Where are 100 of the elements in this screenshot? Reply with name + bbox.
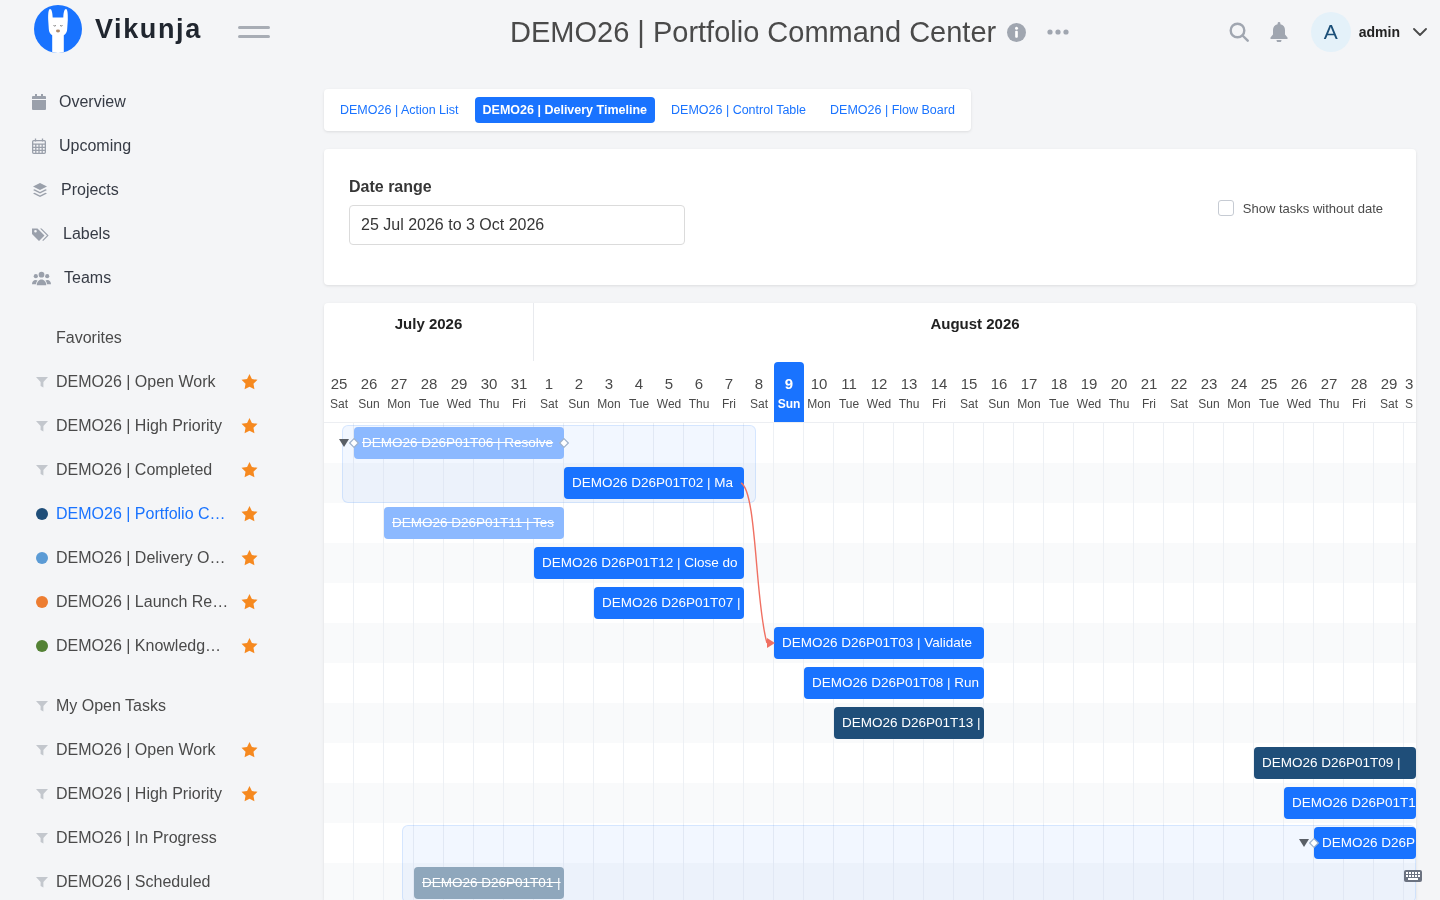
star-icon[interactable] [241,506,258,522]
sidebar-link[interactable]: Labels [32,225,111,243]
weekday-label: Thu [898,397,920,411]
day-number: 4 [634,375,644,393]
star-icon[interactable] [241,742,258,758]
star-icon[interactable] [241,786,258,802]
day-number: 27 [1320,375,1338,393]
task-bar[interactable]: DEMO26 D26P01T03 | Validate [774,627,984,659]
chevron-down-icon[interactable] [1413,28,1427,36]
view-tab[interactable]: DEMO26 | Action List [332,97,467,123]
layers-icon [32,182,48,198]
sidebar-link[interactable]: Projects [32,181,119,199]
sidebar-link[interactable]: Teams [32,269,112,287]
weekday-label: S [1405,397,1413,411]
sidebar-link[interactable]: Upcoming [32,137,132,155]
more-icon[interactable] [1047,29,1070,35]
task-bar[interactable]: DEMO26 D26P01T1 [1284,787,1416,819]
day-number: 2 [574,375,584,393]
task-bar[interactable]: DEMO26 D26P01T02 | Ma [564,467,744,499]
project-link[interactable]: DEMO26 | In Progress [36,829,217,847]
project-link[interactable]: My Open Tasks [36,697,166,715]
weekday-label: Sun [988,397,1010,411]
task-bar[interactable]: DEMO26 D26P01T12 | Close do [534,547,744,579]
project-link[interactable]: DEMO26 | Portfolio C… [36,505,226,523]
star-icon[interactable] [241,374,258,390]
username[interactable]: admin [1358,24,1400,40]
project-link[interactable]: DEMO26 | High Priority [36,417,222,435]
menu-icon[interactable] [237,26,270,38]
weekday-label: Sun [1198,397,1220,411]
day-number: 29 [1380,375,1398,393]
view-tab[interactable]: DEMO26 | Control Table [663,97,815,123]
checkbox-label[interactable]: Show tasks without date [1242,200,1383,216]
task-bar[interactable]: DEMO26 D26P01T07 | [594,587,744,619]
project-link[interactable]: DEMO26 | Open Work [36,741,216,759]
weekday-label: Fri [1352,397,1366,411]
project-link[interactable]: DEMO26 | Delivery O… [36,549,226,567]
star-icon[interactable] [241,462,258,478]
info-icon[interactable] [1007,22,1027,42]
project-link[interactable]: DEMO26 | Scheduled [36,873,211,891]
logo-text[interactable]: Vikunja [95,13,202,45]
day-number: 29 [450,375,468,393]
caret-icon[interactable] [339,439,349,447]
project-link[interactable]: DEMO26 | Launch Re… [36,593,229,611]
project-link[interactable]: DEMO26 | Completed [36,461,213,479]
diamond-icon [349,438,359,448]
day-number: 17 [1020,375,1038,393]
caret-icon[interactable] [1299,839,1309,847]
weekday-label: Wed [866,397,892,411]
day-number: 7 [724,375,734,393]
field-label: Date range [349,177,432,196]
keyboard-icon[interactable] [1404,870,1422,882]
month-label: July 2026 [394,315,463,333]
filter-icon [36,700,48,712]
task-bar[interactable]: DEMO26 D26P01T13 | [834,707,984,739]
view-tab[interactable]: DEMO26 | Delivery Timeline [474,97,656,123]
day-number: 24 [1230,375,1248,393]
weekday-label: Wed [1076,397,1102,411]
month-label: August 2026 [930,315,1020,333]
task-bar[interactable]: DEMO26 D26P01T08 | Run [804,667,984,699]
star-icon[interactable] [241,594,258,610]
star-icon[interactable] [241,418,258,434]
day-number: 15 [960,375,978,393]
day-number: 20 [1110,375,1128,393]
weekday-label: Wed [656,397,682,411]
filter-icon [36,832,48,844]
checkbox[interactable] [1217,200,1234,216]
day-number: 25 [330,375,348,393]
day-number: 26 [1290,375,1308,393]
project-link[interactable]: DEMO26 | High Priority [36,785,222,803]
day-number: 27 [390,375,408,393]
day-number: 11 [841,375,857,393]
date-range-field[interactable]: 25 Jul 2026 to 3 Oct 2026 [349,205,685,245]
day-number: 18 [1050,375,1068,393]
day-number: 28 [1350,375,1368,393]
project-link[interactable]: DEMO26 | Open Work [36,373,216,391]
weekday-label: Mon [1017,397,1041,411]
star-icon[interactable] [241,550,258,566]
day-number: 16 [990,375,1008,393]
filter-icon [36,744,48,756]
avatar[interactable]: A [1310,12,1351,52]
weekday-label: Thu [478,397,500,411]
weekday-label: Tue [628,397,650,411]
search-icon[interactable] [1228,22,1249,42]
star-icon[interactable] [241,638,258,654]
section-title: Favorites [56,329,122,347]
diamond-icon [1309,838,1319,848]
logo-icon[interactable] [34,5,82,53]
weekday-label: Tue [1048,397,1070,411]
view-tab[interactable]: DEMO26 | Flow Board [822,97,963,123]
weekday-label: Sun [568,397,590,411]
task-bar[interactable]: DEMO26 D26P [1314,827,1416,859]
bell-icon[interactable] [1269,22,1288,42]
day-number: 6 [694,375,704,393]
calendar-grid-icon [32,138,46,154]
weekday-label: Sun [777,397,801,411]
project-link[interactable]: DEMO26 | Knowledg… [36,637,222,655]
task-bar[interactable]: DEMO26 D26P01T09 | [1254,747,1416,779]
sidebar-link[interactable]: Overview [32,93,126,111]
filter-icon [36,464,48,476]
weekday-label: Sat [750,397,768,411]
